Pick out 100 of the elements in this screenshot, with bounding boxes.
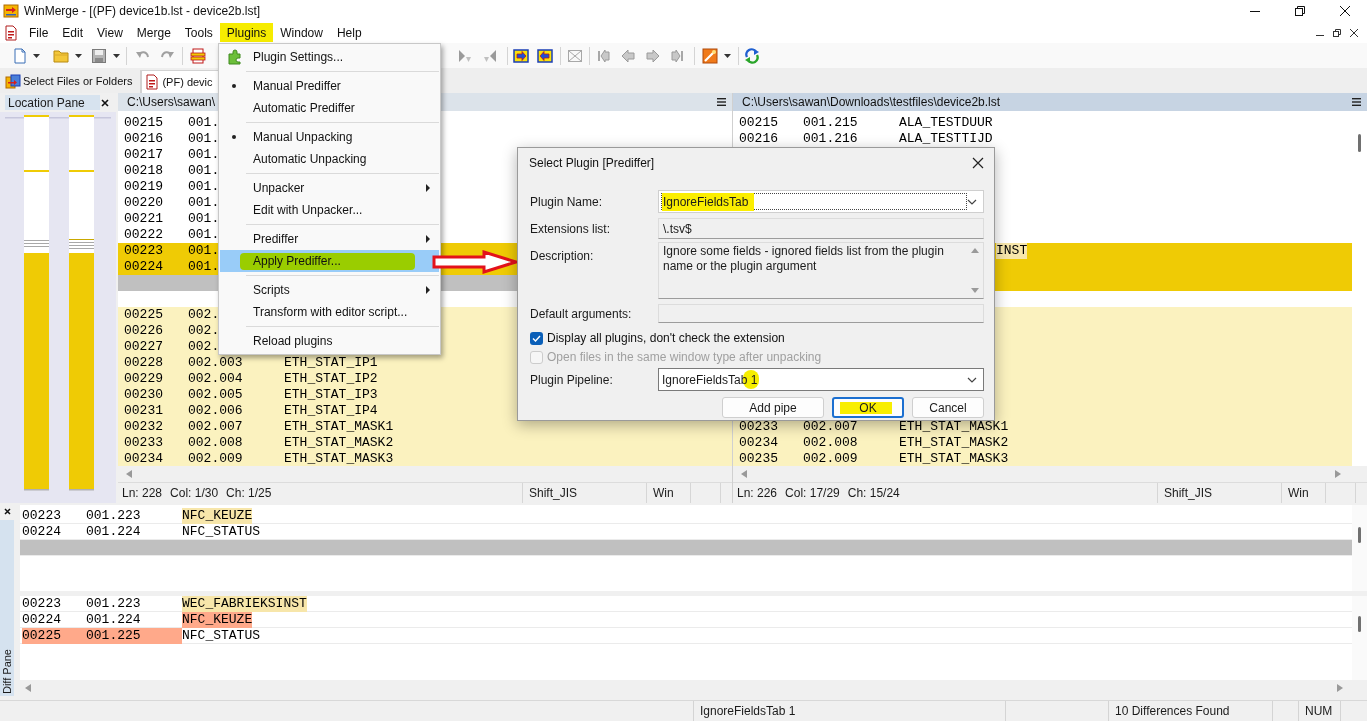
scroll-down-icon[interactable] [970, 288, 979, 293]
menu-item[interactable]: Scripts [220, 279, 439, 301]
next-difference-icon[interactable] [645, 47, 661, 64]
line-text: ETH_STAT_IP2 [284, 371, 378, 387]
status-text: IgnoreFieldsTab 1 [700, 703, 796, 720]
field-label: Plugin Name: [530, 193, 604, 211]
description-box[interactable]: Ignore some fields - ignored fields list from the plugin name or the plugin argument [658, 242, 984, 299]
menu-item[interactable]: Plugin Settings... [220, 46, 439, 68]
caret-down-icon[interactable] [33, 53, 40, 58]
document-icon[interactable] [3, 24, 19, 41]
line-text: 001. [188, 259, 220, 275]
menu-bar-item[interactable]: Plugins [219, 23, 274, 42]
extensions-field[interactable]: \.tsv$ [658, 218, 984, 239]
line-text: 00216 [739, 131, 778, 147]
new-document-icon[interactable] [12, 47, 28, 64]
line-text: 002. [188, 339, 220, 355]
chevron-down-icon[interactable] [967, 198, 977, 205]
scroll-thumb[interactable] [1358, 527, 1361, 543]
dialog-button[interactable]: Cancel [912, 397, 984, 418]
menu-icon[interactable] [1352, 98, 1361, 106]
menu-item[interactable]: Edit with Unpacker... [220, 199, 439, 221]
vertical-scrollbar[interactable] [1352, 505, 1367, 591]
menu-item[interactable]: Manual Unpacking [220, 126, 439, 148]
cursor-position: Ch: 1/25 [226, 485, 272, 502]
caret-down-icon[interactable] [113, 53, 120, 58]
dialog-button[interactable]: OK [832, 397, 904, 418]
menu-bar-item[interactable]: Window [273, 23, 330, 42]
line-text: 00217 [124, 147, 163, 163]
wrench-icon[interactable] [702, 47, 718, 64]
document-compare-icon[interactable] [190, 47, 206, 64]
window-title: WinMerge - [(PF) device1b.lst - device2b.lst] [24, 3, 261, 20]
scroll-left-icon[interactable] [25, 684, 31, 692]
menu-item[interactable]: Automatic Unpacking [220, 148, 439, 170]
submenu-arrow-icon[interactable] [426, 286, 430, 294]
save-icon[interactable] [91, 47, 107, 64]
arguments-field[interactable] [658, 304, 984, 323]
scroll-right-icon[interactable] [1335, 470, 1341, 478]
refresh-icon[interactable] [744, 47, 760, 64]
line-text: 00215 [739, 115, 778, 131]
line-text: 00233 [739, 419, 778, 435]
line-text: 001. [188, 115, 220, 131]
menu-bar-item[interactable]: File [22, 23, 56, 42]
puzzle-icon[interactable] [227, 49, 243, 65]
menu-item[interactable]: Apply Prediffer... [220, 250, 439, 272]
cursor-position: Ch: 15/24 [847, 485, 900, 502]
previous-difference-icon[interactable] [620, 47, 636, 64]
line-text: 00218 [124, 163, 163, 179]
restore-icon[interactable] [1333, 28, 1341, 37]
line-text: 001. [188, 211, 220, 227]
cursor-position: Ln: 226 [737, 485, 778, 502]
vertical-scrollbar[interactable] [1352, 596, 1367, 680]
scroll-thumb[interactable] [1358, 134, 1361, 152]
folder-icon[interactable] [53, 47, 69, 64]
menu-item[interactable]: Automatic Prediffer [220, 97, 439, 119]
scroll-up-icon[interactable] [970, 248, 979, 253]
menu-item[interactable]: Reload plugins [220, 330, 439, 352]
dialog-button[interactable]: Add pipe [722, 397, 824, 418]
line-text: 00219 [124, 179, 163, 195]
first-difference-icon[interactable] [596, 47, 612, 64]
close-icon[interactable] [1339, 6, 1350, 16]
chevron-down-icon[interactable] [967, 376, 977, 383]
line-text: 00223 [22, 507, 61, 524]
menu-item[interactable]: Transform with editor script... [220, 301, 439, 323]
close-icon[interactable] [972, 157, 984, 169]
menu-bar-item[interactable]: Edit [55, 23, 91, 42]
checkbox[interactable] [530, 331, 543, 345]
menu-icon[interactable] [717, 98, 726, 106]
close-icon[interactable] [4, 508, 11, 515]
menu-bar-item[interactable]: Help [329, 23, 369, 42]
close-icon[interactable] [1350, 28, 1358, 37]
arrow-left-box-icon[interactable] [537, 47, 553, 64]
restore-icon[interactable] [1294, 6, 1305, 16]
document-icon[interactable] [144, 74, 161, 90]
line-text: 001.224 [86, 611, 141, 628]
folder-compare-icon[interactable] [5, 73, 21, 90]
scroll-thumb[interactable] [1358, 616, 1361, 632]
merge-icon[interactable] [567, 47, 583, 64]
caret-down-icon[interactable] [75, 53, 82, 58]
plugin-name-combobox[interactable]: IgnoreFieldsTab [658, 190, 984, 213]
submenu-arrow-icon[interactable] [426, 184, 430, 192]
menu-item[interactable]: Unpacker [220, 177, 439, 199]
caret-down-icon[interactable] [724, 53, 731, 58]
line-text: 001.223 [86, 507, 141, 524]
line-ending-label: Win [653, 485, 674, 502]
line-text: 00234 [739, 435, 778, 451]
arrow-right-box-icon[interactable] [513, 47, 529, 64]
menu-bar-item[interactable]: View [90, 23, 130, 42]
close-icon[interactable] [101, 98, 109, 107]
copy-right-icon[interactable] [457, 47, 473, 64]
submenu-arrow-icon[interactable] [426, 235, 430, 243]
last-difference-icon[interactable] [669, 47, 685, 64]
line-text: 001.224 [86, 523, 141, 540]
scroll-left-icon[interactable] [126, 470, 132, 478]
checkbox-label[interactable]: Display all plugins, don't check the extension [547, 329, 785, 347]
scroll-right-icon[interactable] [1337, 684, 1343, 692]
menu-item[interactable]: Manual Prediffer [220, 75, 439, 97]
scroll-left-icon[interactable] [741, 470, 747, 478]
menu-item[interactable]: Prediffer [220, 228, 439, 250]
menu-bar-item[interactable]: Merge [129, 23, 178, 42]
menu-bar-item[interactable]: Tools [177, 23, 220, 42]
